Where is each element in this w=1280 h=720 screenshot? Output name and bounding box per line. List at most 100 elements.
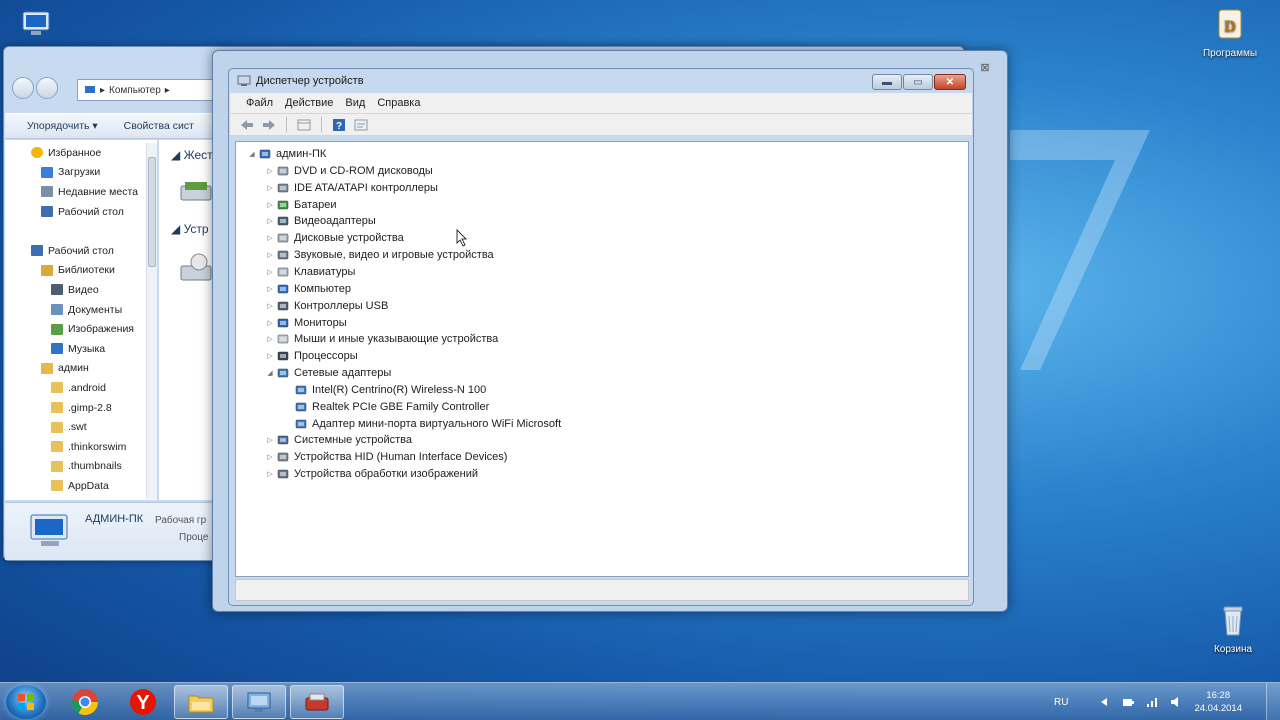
show-hidden-icons-icon[interactable]	[1098, 696, 1110, 708]
close-button[interactable]: ✕	[934, 74, 966, 90]
desktop-programs-icon[interactable]: D Программы	[1195, 6, 1265, 59]
expand-arrow-icon[interactable]: ▷	[264, 453, 276, 461]
sidebar-item[interactable]: Музыка	[5, 339, 157, 359]
clock[interactable]: 16:28 24.04.2014	[1194, 689, 1242, 715]
show-hide-tree-icon[interactable]	[295, 116, 313, 134]
device-manager-icon	[305, 693, 329, 711]
expand-arrow-icon[interactable]: ▷	[264, 436, 276, 444]
device-tree-item[interactable]: ▷ Контроллеры USB	[264, 298, 388, 314]
collapse-arrow-icon[interactable]: ◢	[246, 150, 258, 158]
computer-icon	[85, 86, 95, 93]
organize-button[interactable]: Упорядочить ▾	[27, 120, 98, 132]
show-desktop-button[interactable]	[1266, 683, 1280, 720]
expand-arrow-icon[interactable]: ▷	[264, 302, 276, 310]
forward-button[interactable]	[36, 77, 58, 99]
chrome-icon	[71, 689, 99, 716]
device-tree-item[interactable]: ▷ Клавиатуры	[264, 264, 355, 280]
taskbar-control-panel[interactable]	[232, 685, 286, 719]
expand-arrow-icon[interactable]: ▷	[264, 234, 276, 242]
menu-file[interactable]: Файл	[240, 97, 279, 109]
taskbar-chrome[interactable]	[58, 685, 112, 719]
system-properties-button[interactable]: Свойства сист	[124, 120, 194, 132]
svg-text:D: D	[1224, 18, 1236, 35]
menu-action[interactable]: Действие	[279, 97, 339, 109]
expand-arrow-icon[interactable]: ▷	[264, 167, 276, 175]
sidebar-item[interactable]: Загрузки	[5, 163, 157, 183]
language-indicator[interactable]: RU	[1054, 697, 1068, 708]
scroll-thumb[interactable]	[148, 157, 156, 267]
sidebar-item[interactable]: админ	[5, 359, 157, 379]
help-icon[interactable]: ?	[330, 116, 348, 134]
device-tree-label: Сетевые адаптеры	[294, 367, 392, 380]
maximize-button[interactable]: ▭	[903, 74, 933, 90]
explorer-nav-buttons	[12, 77, 58, 99]
expand-arrow-icon[interactable]: ▷	[264, 352, 276, 360]
device-tree-item[interactable]: ▷ Устройства HID (Human Interface Devices…	[264, 449, 507, 465]
device-tree-item[interactable]: ▷ Процессоры	[264, 348, 357, 364]
expand-arrow-icon[interactable]: ▷	[264, 335, 276, 343]
start-button[interactable]	[6, 685, 46, 719]
collapse-arrow-icon[interactable]: ◢	[264, 369, 276, 377]
address-bar[interactable]: ▸ Компьютер ▸	[77, 79, 227, 101]
expand-arrow-icon[interactable]: ▷	[264, 251, 276, 259]
sidebar-item[interactable]: Рабочий стол	[5, 202, 157, 222]
device-tree-item[interactable]: ▷ Мыши и иные указывающие устройства	[264, 331, 498, 347]
device-tree-item[interactable]: ▷ Устройства обработки изображений	[264, 466, 478, 482]
device-tree-item[interactable]: Intel(R) Centrino(R) Wireless-N 100	[282, 382, 486, 398]
sidebar-item[interactable]: Документы	[5, 300, 157, 320]
close-icon[interactable]: ⊠	[975, 61, 995, 75]
taskbar-device-manager[interactable]	[290, 685, 344, 719]
device-tree-item[interactable]: ▷ Дисковые устройства	[264, 230, 404, 246]
sidebar-item[interactable]: .thinkorswim	[5, 437, 157, 457]
taskbar-explorer[interactable]	[174, 685, 228, 719]
back-arrow-icon[interactable]	[238, 116, 256, 134]
device-tree-item[interactable]: ◢ Сетевые адаптеры	[264, 365, 391, 381]
sidebar-item[interactable]: .gimp-2.8	[5, 398, 157, 418]
device-tree-item[interactable]: ▷ Батареи	[264, 197, 336, 213]
sidebar-item[interactable]: Видео	[5, 280, 157, 300]
sidebar-item[interactable]: .swt	[5, 417, 157, 437]
menu-help[interactable]: Справка	[371, 97, 426, 109]
device-tree-item[interactable]: ▷ Видеоадаптеры	[264, 213, 376, 229]
device-tree-item[interactable]: ▷ Системные устройства	[264, 432, 412, 448]
minimize-button[interactable]: ▬	[872, 74, 902, 90]
sidebar-item[interactable]: .thumbnails	[5, 457, 157, 477]
device-tree-item[interactable]: ▷ IDE ATA/ATAPI контроллеры	[264, 180, 438, 196]
sidebar-item[interactable]: AppData	[5, 476, 157, 496]
sidebar-item[interactable]: Недавние места	[5, 182, 157, 202]
device-tree-label: Дисковые устройства	[294, 232, 404, 245]
device-tree-item[interactable]: ▷ Звуковые, видео и игровые устройства	[264, 247, 493, 263]
network-icon[interactable]	[1146, 696, 1158, 708]
expand-arrow-icon[interactable]: ▷	[264, 285, 276, 293]
desktop-recycle-bin-icon[interactable]: Корзина	[1198, 602, 1268, 655]
volume-icon[interactable]	[1170, 696, 1182, 708]
taskbar-yandex[interactable]: Y	[116, 685, 170, 719]
device-tree-item[interactable]: ▷ Компьютер	[264, 281, 351, 297]
sidebar-item[interactable]: Библиотеки	[5, 261, 157, 281]
sidebar-item[interactable]: Изображения	[5, 319, 157, 339]
battery-icon[interactable]	[1122, 696, 1135, 708]
device-tree-item[interactable]: Адаптер мини-порта виртуального WiFi Mic…	[282, 416, 561, 432]
dvd-drive-icon[interactable]	[179, 252, 215, 288]
expand-arrow-icon[interactable]: ▷	[264, 319, 276, 327]
expand-arrow-icon[interactable]: ▷	[264, 184, 276, 192]
back-button[interactable]	[12, 77, 34, 99]
expand-arrow-icon[interactable]: ▷	[264, 470, 276, 478]
expand-arrow-icon[interactable]: ▷	[264, 201, 276, 209]
sidebar-item[interactable]: .android	[5, 378, 157, 398]
expand-arrow-icon[interactable]: ▷	[264, 217, 276, 225]
expand-arrow-icon[interactable]: ▷	[264, 268, 276, 276]
device-tree-item[interactable]: ◢ админ-ПК	[246, 146, 326, 162]
properties-icon[interactable]	[352, 116, 370, 134]
device-tree-item[interactable]: ▷ DVD и CD-ROM дисководы	[264, 163, 433, 179]
device-manager-window[interactable]: Диспетчер устройств ▬ ▭ ✕ Файл Действие …	[228, 68, 974, 606]
menu-view[interactable]: Вид	[339, 97, 371, 109]
hard-drive-icon[interactable]	[179, 178, 215, 206]
device-tree-item[interactable]: Realtek PCIe GBE Family Controller	[282, 399, 489, 415]
desktop-computer-icon[interactable]	[1, 6, 71, 48]
sidebar-item[interactable]: Избранное	[5, 143, 157, 163]
sidebar-item[interactable]: Рабочий стол	[5, 241, 157, 261]
navigation-scrollbar[interactable]	[146, 143, 157, 499]
device-tree-item[interactable]: ▷ Мониторы	[264, 315, 346, 331]
forward-arrow-icon[interactable]	[260, 116, 278, 134]
